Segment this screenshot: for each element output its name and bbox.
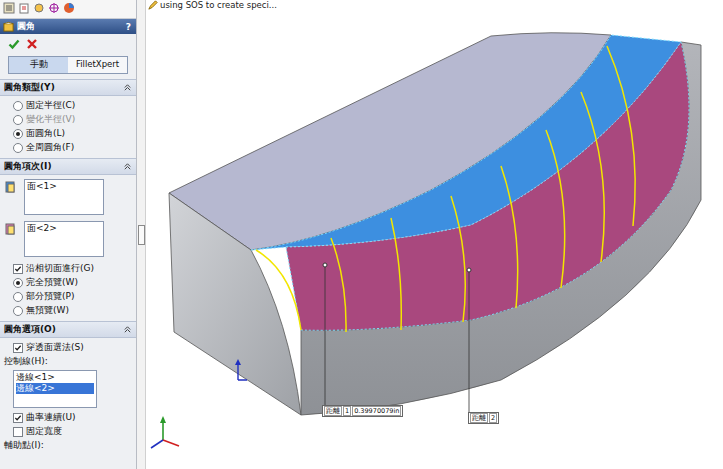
radio-option[interactable]: 面圓角(L): [13, 127, 132, 140]
tick-icon: [14, 265, 22, 273]
radio-button[interactable]: [13, 101, 23, 111]
pink-face[interactable]: [286, 42, 689, 330]
ok-check-icon[interactable]: [8, 38, 20, 50]
origin-axis-icon: [235, 359, 247, 380]
iso-curve: [581, 92, 604, 262]
fillet-icon: [3, 21, 14, 32]
checkbox-option[interactable]: 穿透面選法(S): [13, 341, 132, 354]
checkbox[interactable]: [13, 343, 23, 353]
checkbox[interactable]: [13, 413, 23, 423]
property-icon[interactable]: [18, 2, 30, 14]
iso-curve: [256, 250, 301, 330]
dimxpert-icon[interactable]: [48, 2, 60, 14]
callout-field: 距離: [324, 406, 342, 416]
iso-curve: [546, 130, 565, 288]
callout-field: 距離: [470, 413, 488, 423]
callout-field: 1: [343, 406, 351, 416]
face-set: 面<2>: [4, 221, 132, 257]
tick-icon: [14, 344, 22, 352]
left-face[interactable]: [169, 193, 301, 415]
graphics-area[interactable]: using SOS to create speci... 距離10.399700…: [146, 0, 723, 469]
leader-dot: [467, 268, 471, 272]
solidworks-window: 圓角 ? 手動FilletXpert 圓角類型(Y) 固定半徑(C) 變化半徑(…: [0, 0, 723, 469]
radio-button[interactable]: [13, 278, 23, 288]
leader-dot: [323, 263, 327, 267]
leader-line: [469, 270, 470, 412]
control-lines-list[interactable]: 邊線<1>邊線<2>: [13, 370, 97, 408]
feature-tree-icon[interactable]: [3, 2, 15, 14]
fillet-type-section: 固定半徑(C) 變化半徑(V) 面圓角(L) 全周圓角(F): [0, 96, 136, 158]
model-view[interactable]: [146, 0, 723, 469]
checkbox[interactable]: [13, 264, 23, 274]
radio-button[interactable]: [13, 129, 23, 139]
iso-curve: [501, 166, 518, 308]
title-bar: 圓角 ?: [0, 19, 136, 34]
leader-line: [325, 265, 326, 406]
dimension-callout[interactable]: 距離10.39970079in: [322, 405, 403, 417]
radio-option[interactable]: 全周圓角(F): [13, 141, 132, 154]
list-item[interactable]: 面<1>: [27, 181, 101, 192]
radio-button[interactable]: [13, 306, 23, 316]
splitter[interactable]: [137, 0, 146, 469]
radio-option[interactable]: 完全預覽(W): [13, 276, 132, 289]
mode-toggle: 手動FilletXpert: [8, 56, 128, 74]
callout-field: 0.39970079in: [352, 406, 401, 416]
radio-button[interactable]: [13, 292, 23, 302]
face-list[interactable]: 面<2>: [24, 221, 104, 257]
dimension-callout[interactable]: 距離2: [468, 412, 499, 424]
control-lines-label: 控制線(H):: [4, 355, 132, 368]
face-icon: [4, 223, 16, 235]
radio-option[interactable]: 固定半徑(C): [13, 99, 132, 112]
radio-option[interactable]: 部分預覽(P): [13, 290, 132, 303]
tooltip-hint: using SOS to create speci...: [148, 0, 277, 10]
callout-field: 2: [489, 413, 497, 423]
iso-curve: [451, 196, 465, 322]
manager-tabs: [0, 0, 136, 19]
fillet-items-section: 面<1> 面<2> 沿相切面進行(G) 完全預覽(W) 部分預覽(P) 無預覽(…: [0, 175, 136, 321]
fillet-options-section: 穿透面選法(S) 控制線(H): 邊線<1>邊線<2> 曲率連續(U) 固定寬度…: [0, 338, 136, 456]
checkbox[interactable]: [13, 427, 23, 437]
radio-button[interactable]: [13, 115, 23, 125]
face-set: 面<1>: [4, 179, 132, 215]
iso-curve: [391, 218, 401, 330]
list-item[interactable]: 面<2>: [27, 223, 101, 234]
iso-curve: [331, 238, 346, 332]
section-header[interactable]: 圓角項次(I): [0, 158, 136, 175]
radio-option[interactable]: 變化半徑(V): [13, 113, 132, 126]
help-points-label: 輔助點(I):: [4, 439, 132, 452]
checkbox-option[interactable]: 沿相切面進行(G): [13, 262, 132, 275]
collapse-icon[interactable]: [123, 162, 132, 171]
face-icon: [4, 181, 16, 193]
radio-option[interactable]: 無預覽(W): [13, 304, 132, 317]
section-header[interactable]: 圓角選項(O): [0, 321, 136, 338]
list-item[interactable]: 邊線<1>: [16, 372, 94, 383]
face-list[interactable]: 面<1>: [24, 179, 104, 215]
property-manager: 圓角 ? 手動FilletXpert 圓角類型(Y) 固定半徑(C) 變化半徑(…: [0, 0, 137, 469]
cancel-cross-icon[interactable]: [26, 38, 38, 50]
radio-button[interactable]: [13, 143, 23, 153]
splitter-grip[interactable]: [138, 225, 145, 245]
list-item[interactable]: 邊線<2>: [16, 383, 94, 394]
hint-pencil-icon: [148, 0, 158, 10]
panel-title: 圓角: [17, 20, 123, 33]
collapse-icon[interactable]: [123, 325, 132, 334]
triad-icon: [151, 416, 179, 448]
collapse-icon[interactable]: [123, 83, 132, 92]
mode-button[interactable]: 手動: [9, 57, 68, 73]
mode-button[interactable]: FilletXpert: [68, 57, 127, 73]
help-button[interactable]: ?: [126, 22, 133, 32]
iso-curve: [607, 46, 635, 226]
config-icon[interactable]: [33, 2, 45, 14]
display-icon[interactable]: [63, 2, 75, 14]
tick-icon: [14, 414, 22, 422]
checkbox-option[interactable]: 曲率連續(U): [13, 411, 132, 424]
action-row: [0, 34, 136, 53]
section-header[interactable]: 圓角類型(Y): [0, 79, 136, 96]
checkbox-option[interactable]: 固定寬度: [13, 425, 132, 438]
